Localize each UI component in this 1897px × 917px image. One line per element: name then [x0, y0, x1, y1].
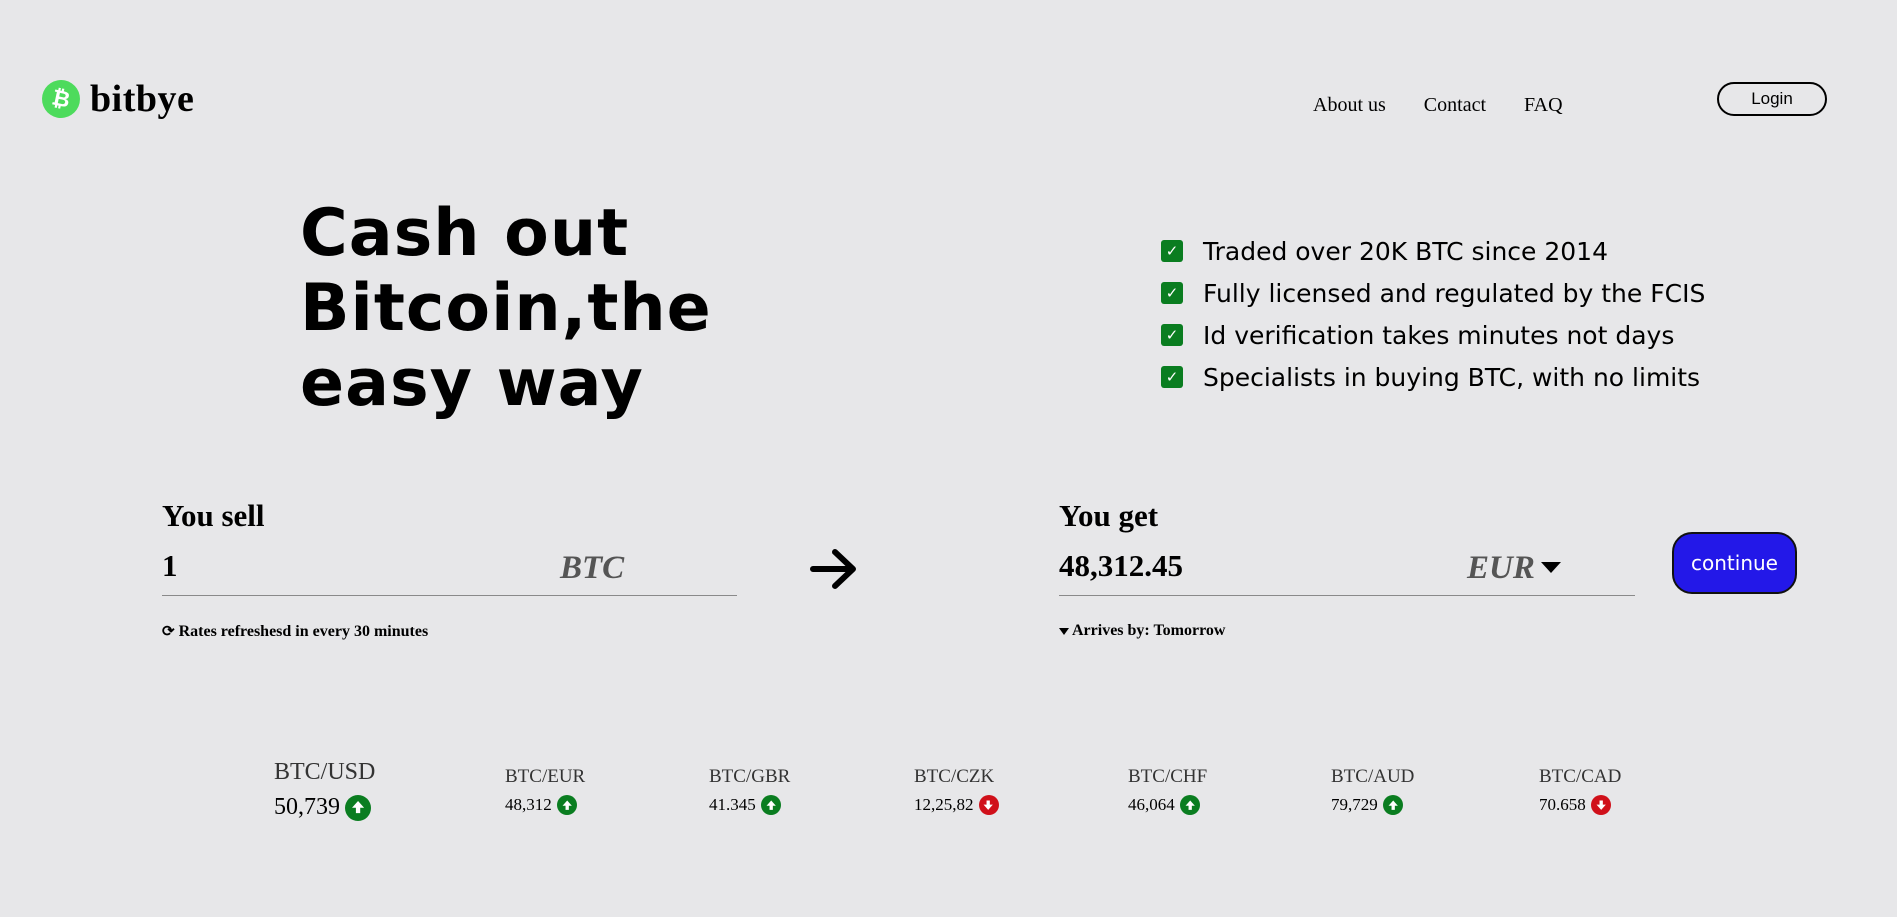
feature-text: Traded over 20K BTC since 2014: [1203, 236, 1608, 266]
arrow-right-icon: [810, 549, 856, 589]
main-nav: About us Contact FAQ: [1313, 94, 1563, 117]
trend-down-icon: [978, 795, 999, 815]
trend-up-icon: [556, 795, 577, 815]
rate-pair: BTC/CAD: [1539, 766, 1622, 787]
sell-amount-input[interactable]: [162, 546, 422, 586]
rates-refresh-note: ⟳ Rates refreshesd in every 30 minutes: [162, 622, 428, 641]
get-field: EUR: [1059, 544, 1635, 596]
caret-down-icon: [1059, 627, 1069, 635]
rate-item: BTC/EUR 48,312: [505, 766, 585, 815]
rate-pair: BTC/GBR: [709, 766, 791, 787]
rates-refresh-text: Rates refreshesd in every 30 minutes: [178, 622, 429, 640]
trend-up-icon: [345, 794, 371, 821]
trend-up-icon: [1179, 795, 1200, 815]
rate-item: BTC/GBR 41.345: [709, 766, 790, 815]
get-label: You get: [1059, 498, 1159, 533]
currency-select[interactable]: EUR: [1467, 550, 1561, 587]
feature-list: ✓ Traded over 20K BTC since 2014 ✓ Fully…: [1161, 230, 1705, 398]
rate-value: 41.345: [709, 795, 756, 814]
rate-pair: BTC/CHF: [1128, 766, 1208, 787]
feature-text: Specialists in buying BTC, with no limit…: [1203, 362, 1701, 392]
chevron-down-icon: [1540, 561, 1561, 573]
rate-value: 79,729: [1331, 795, 1378, 814]
rate-pair: BTC/CZK: [914, 766, 995, 787]
rate-item: BTC/CAD 70.658: [1539, 766, 1621, 815]
nav-contact[interactable]: Contact: [1424, 94, 1486, 117]
checkmark-icon: ✓: [1161, 240, 1183, 262]
sell-currency: BTC: [560, 550, 625, 586]
continue-button[interactable]: continue: [1672, 532, 1797, 594]
get-currency: EUR: [1467, 550, 1535, 586]
arrival-note: Arrives by: Tomorrow: [1059, 622, 1225, 640]
feature-item: ✓ Id verification takes minutes not days: [1161, 314, 1705, 356]
rate-value: 70.658: [1539, 795, 1586, 814]
feature-text: Fully licensed and regulated by the FCIS: [1203, 278, 1706, 308]
login-button[interactable]: Login: [1717, 82, 1827, 116]
checkmark-icon: ✓: [1161, 324, 1183, 346]
feature-item: ✓ Specialists in buying BTC, with no lim…: [1161, 356, 1705, 398]
arrival-text: Arrives by: Tomorrow: [1072, 622, 1226, 639]
nav-about-us[interactable]: About us: [1313, 94, 1386, 117]
feature-text: Id verification takes minutes not days: [1203, 320, 1675, 350]
trend-down-icon: [1590, 795, 1611, 815]
rate-pair: BTC/AUD: [1331, 766, 1415, 787]
brand-logo[interactable]: ₿ bitbye: [38, 76, 195, 122]
trend-up-icon: [760, 795, 781, 815]
hero-title-line: Cash out: [300, 196, 630, 271]
hero-title-line: easy way: [300, 346, 644, 421]
rate-value: 12,25,82: [914, 795, 974, 814]
sell-label: You sell: [162, 498, 265, 533]
rate-item: BTC/CHF 46,064: [1128, 766, 1207, 815]
hero-title-line: Bitcoin,the: [300, 271, 712, 346]
rate-item: BTC/AUD 79,729: [1331, 766, 1414, 815]
rate-item: BTC/CZK 12,25,82: [914, 766, 999, 815]
refresh-icon: ⟳: [162, 624, 175, 640]
rate-value: 46,064: [1128, 795, 1175, 814]
rate-value: 50,739: [274, 794, 340, 820]
feature-item: ✓ Fully licensed and regulated by the FC…: [1161, 272, 1705, 314]
checkmark-icon: ✓: [1161, 366, 1183, 388]
checkmark-icon: ✓: [1161, 282, 1183, 304]
bitcoin-icon: ₿: [38, 76, 84, 122]
sell-field: BTC: [162, 544, 737, 596]
rate-item: BTC/USD 50,739: [274, 759, 375, 821]
brand-name: bitbye: [90, 78, 195, 120]
rate-value: 48,312: [505, 795, 552, 814]
feature-item: ✓ Traded over 20K BTC since 2014: [1161, 230, 1705, 272]
hero-title: Cash out Bitcoin,the easy way: [300, 196, 720, 421]
trend-up-icon: [1382, 795, 1403, 815]
nav-faq[interactable]: FAQ: [1524, 94, 1563, 117]
rate-pair: BTC/EUR: [505, 766, 586, 787]
rate-pair: BTC/USD: [274, 759, 376, 785]
get-amount-input[interactable]: [1059, 546, 1319, 586]
